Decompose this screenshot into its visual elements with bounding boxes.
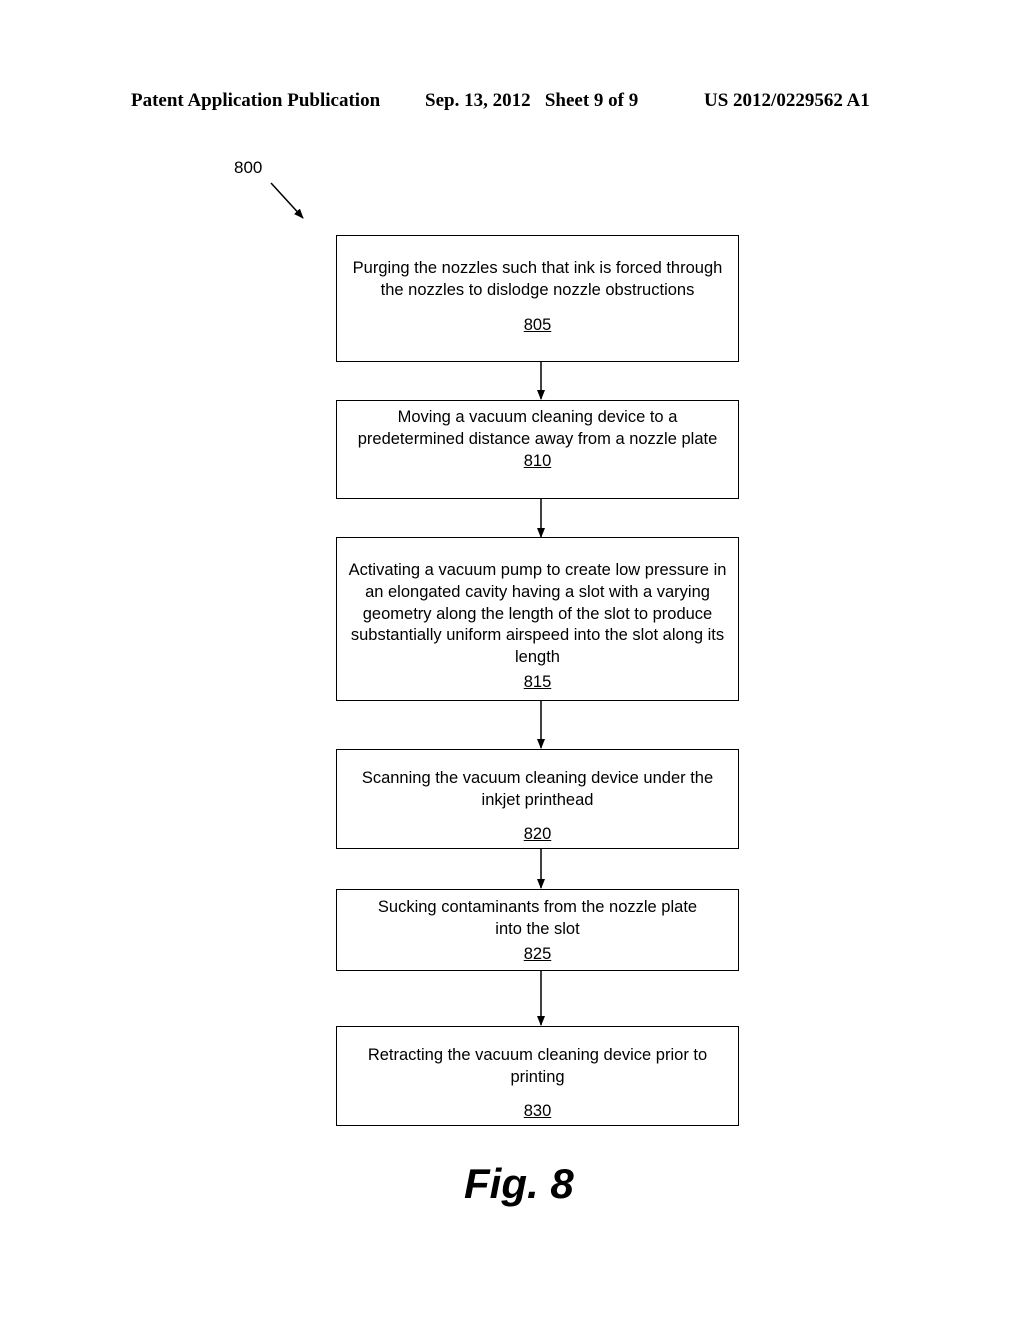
step-text: Sucking contaminants from the nozzle pla… <box>377 898 698 938</box>
step-text: Moving a vacuum cleaning device to a pre… <box>357 408 718 448</box>
step-text: Activating a vacuum pump to create low p… <box>348 561 727 667</box>
step-ref: 830 <box>523 1101 552 1120</box>
figure-label: Fig. 8 <box>464 1160 574 1207</box>
step-ref: 820 <box>523 824 552 843</box>
step-text: Scanning the vacuum cleaning device unde… <box>361 769 714 809</box>
step-text: Purging the nozzles such that ink is for… <box>352 259 723 299</box>
step-ref: 825 <box>523 944 552 963</box>
ref-pointer-arrow <box>270 182 304 219</box>
step-810: Moving a vacuum cleaning device to a pre… <box>336 400 739 499</box>
step-text: Retracting the vacuum cleaning device pr… <box>367 1046 708 1086</box>
step-815: Activating a vacuum pump to create low p… <box>336 537 739 701</box>
step-ref: 805 <box>523 315 552 334</box>
step-825: Sucking contaminants from the nozzle pla… <box>336 889 739 971</box>
step-805: Purging the nozzles such that ink is for… <box>336 235 739 362</box>
step-820: Scanning the vacuum cleaning device unde… <box>336 749 739 849</box>
step-ref: 810 <box>523 451 552 470</box>
step-830: Retracting the vacuum cleaning device pr… <box>336 1026 739 1126</box>
step-ref: 815 <box>523 672 552 691</box>
